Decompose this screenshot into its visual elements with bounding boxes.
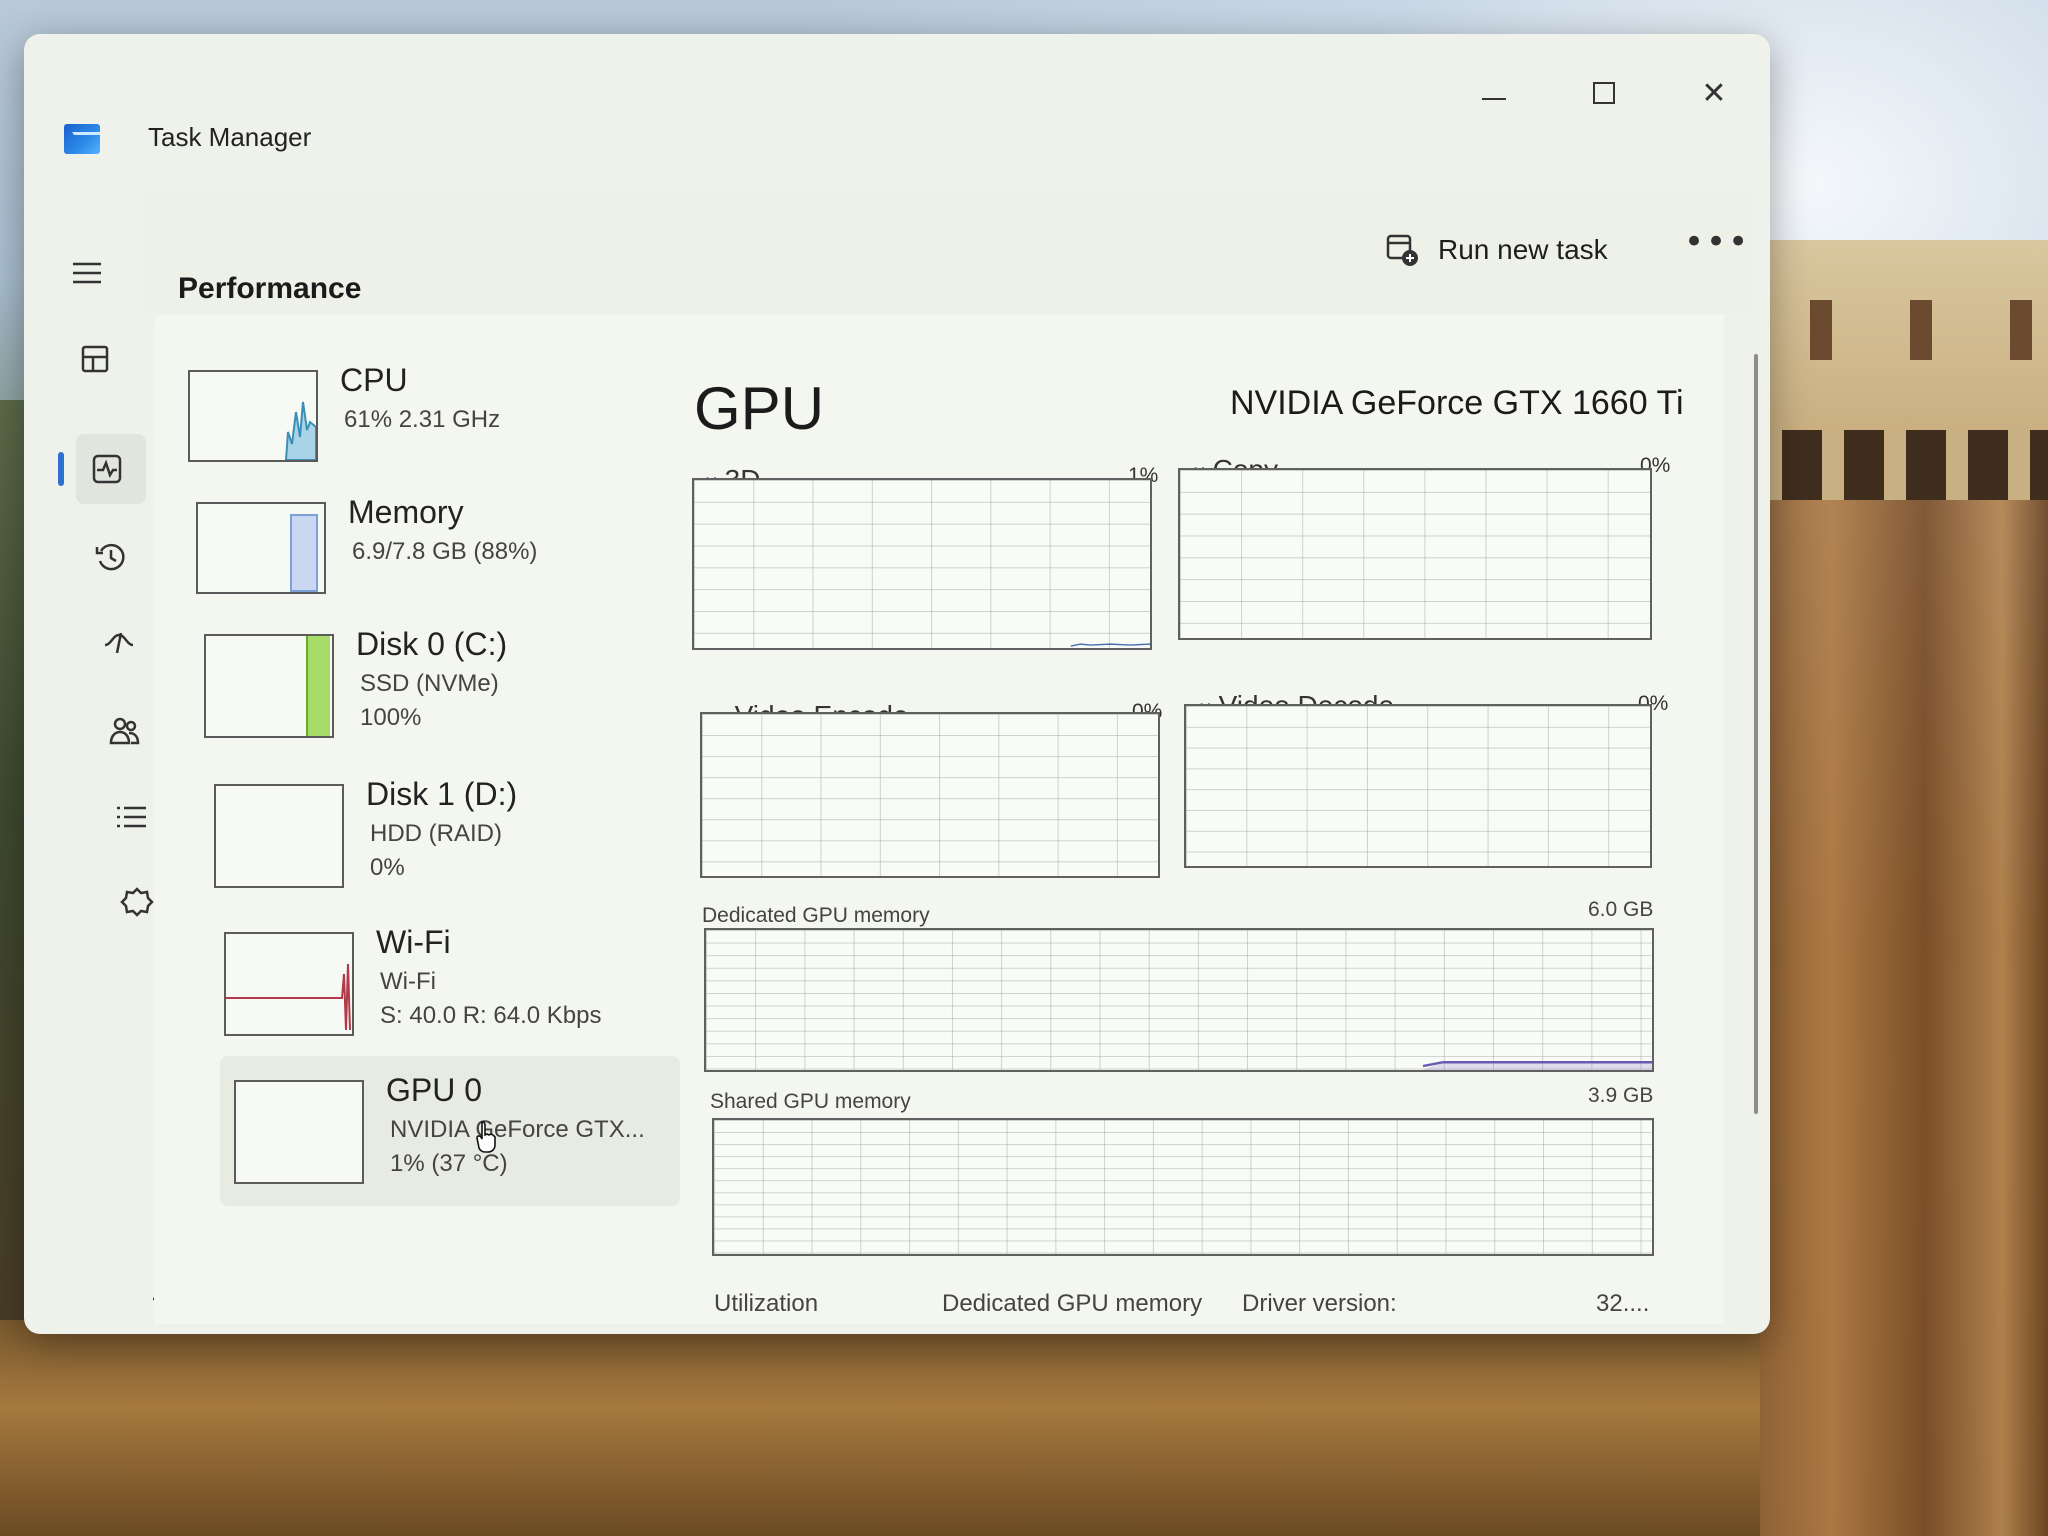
nav-startup-apps[interactable] bbox=[94, 618, 144, 668]
driver-version-value: 32.... bbox=[1596, 1290, 1650, 1317]
resource-gpu0[interactable]: GPU 0 NVIDIA GeForce GTX... 1% (37 °C) bbox=[220, 1056, 680, 1206]
mouse-cursor-hand-icon bbox=[476, 1121, 496, 1153]
shared-memory-graph bbox=[712, 1118, 1654, 1256]
background-building bbox=[1760, 240, 2048, 500]
app-history-icon bbox=[95, 543, 125, 571]
disk0-thumbnail-graph bbox=[204, 634, 334, 738]
resource-detail: SSD (NVMe) bbox=[360, 670, 499, 697]
engine-video-encode-graph bbox=[700, 712, 1160, 878]
gpu-model-name: NVIDIA GeForce GTX 1660 Ti bbox=[1230, 384, 1684, 422]
gpu0-thumbnail-graph bbox=[234, 1080, 364, 1184]
resource-wifi[interactable]: Wi-Fi Wi-Fi S: 40.0 R: 64.0 Kbps bbox=[210, 908, 670, 1038]
performance-icon bbox=[92, 454, 122, 484]
nav-details[interactable] bbox=[106, 792, 156, 842]
maximize-icon bbox=[1593, 82, 1615, 104]
disk0-usage-bar bbox=[306, 636, 330, 736]
run-new-task-button[interactable]: Run new task bbox=[1384, 222, 1664, 278]
startup-apps-icon bbox=[104, 632, 134, 654]
processes-icon bbox=[81, 345, 109, 373]
resource-name: Disk 1 (D:) bbox=[366, 776, 518, 812]
minimize-button[interactable] bbox=[1464, 64, 1524, 124]
memory-thumbnail-graph bbox=[196, 502, 326, 594]
nav-users[interactable] bbox=[100, 706, 150, 756]
resource-disk1[interactable]: Disk 1 (D:) HDD (RAID) 0% bbox=[200, 760, 660, 890]
wifi-thumbnail-graph bbox=[224, 932, 354, 1036]
utilization-label: Utilization bbox=[714, 1290, 819, 1317]
services-icon bbox=[120, 887, 154, 917]
background-cliff bbox=[1740, 500, 2048, 1536]
resource-memory[interactable]: Memory 6.9/7.8 GB (88%) bbox=[182, 478, 642, 608]
gpu-title: GPU bbox=[694, 375, 825, 442]
dedicated-memory-max: 6.0 GB bbox=[1588, 898, 1654, 921]
nav-processes[interactable] bbox=[70, 334, 120, 384]
minimize-icon bbox=[1482, 98, 1506, 100]
disk1-thumbnail-graph bbox=[214, 784, 344, 888]
details-icon bbox=[117, 806, 146, 828]
engine-copy-graph bbox=[1178, 468, 1652, 640]
background-rocks bbox=[0, 1320, 1760, 1536]
shared-memory-label: Shared GPU memory bbox=[710, 1090, 911, 1113]
page-title: Performance bbox=[178, 272, 362, 305]
engine-video-decode-graph bbox=[1184, 704, 1652, 868]
users-icon bbox=[109, 717, 140, 745]
resource-cpu[interactable]: CPU 61% 2.31 GHz bbox=[174, 346, 634, 476]
content-scrollbar[interactable] bbox=[1754, 354, 1758, 1114]
menu-icon bbox=[73, 262, 101, 284]
engine-3d-graph bbox=[692, 478, 1152, 650]
run-new-task-label: Run new task bbox=[1438, 234, 1608, 265]
resource-name: Memory bbox=[348, 494, 464, 530]
shared-memory-max: 3.9 GB bbox=[1588, 1084, 1654, 1107]
resource-detail: 6.9/7.8 GB (88%) bbox=[352, 538, 538, 565]
nav-app-history[interactable] bbox=[86, 532, 136, 582]
window-title: Task Manager bbox=[148, 122, 312, 152]
dedicated-memory-label: Dedicated GPU memory bbox=[702, 904, 930, 927]
resource-name: CPU bbox=[340, 362, 408, 398]
resource-detail: Wi-Fi bbox=[380, 968, 436, 995]
resource-name: Wi-Fi bbox=[376, 924, 451, 960]
resource-usage: 0% bbox=[370, 854, 405, 881]
resource-name: GPU 0 bbox=[386, 1072, 483, 1108]
dedicated-memory-stat-label: Dedicated GPU memory bbox=[942, 1290, 1203, 1317]
resource-disk0[interactable]: Disk 0 (C:) SSD (NVMe) 100% bbox=[190, 610, 650, 740]
close-button[interactable]: ✕ bbox=[1684, 64, 1744, 124]
memory-usage-bar bbox=[290, 514, 318, 592]
more-options-button[interactable]: ••• bbox=[1684, 222, 1748, 272]
nav-active-indicator bbox=[58, 452, 64, 486]
cpu-thumbnail-graph bbox=[188, 370, 318, 462]
resource-detail: NVIDIA GeForce GTX... bbox=[390, 1116, 645, 1143]
resource-detail: HDD (RAID) bbox=[370, 820, 502, 847]
close-icon: ✕ bbox=[1701, 76, 1727, 111]
resource-name: Disk 0 (C:) bbox=[356, 626, 508, 662]
resource-usage: 1% (37 °C) bbox=[390, 1150, 508, 1177]
resource-detail: 61% 2.31 GHz bbox=[344, 406, 501, 433]
nav-performance[interactable] bbox=[82, 444, 132, 494]
maximize-button[interactable] bbox=[1574, 64, 1634, 124]
dedicated-memory-graph bbox=[704, 928, 1654, 1072]
task-manager-app-icon bbox=[64, 124, 100, 154]
task-manager-window: Task Manager ✕ Performance Run new task … bbox=[24, 34, 1770, 1334]
run-new-task-icon bbox=[1386, 234, 1418, 266]
menu-button[interactable] bbox=[62, 248, 112, 298]
driver-version-label: Driver version: bbox=[1242, 1290, 1397, 1317]
resource-usage: S: 40.0 R: 64.0 Kbps bbox=[380, 1002, 602, 1029]
resource-usage: 100% bbox=[360, 704, 422, 731]
